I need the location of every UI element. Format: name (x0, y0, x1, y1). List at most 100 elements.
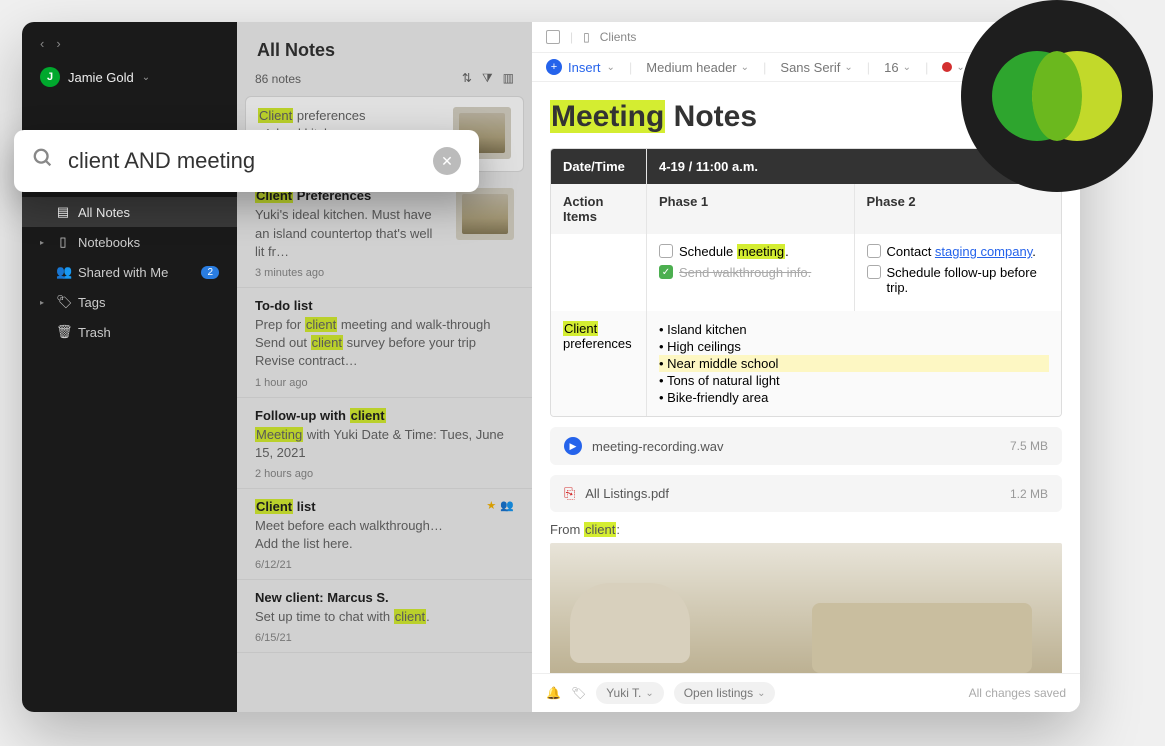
trash-icon: 🗑 (56, 324, 70, 340)
sidebar-item-label: Tags (78, 295, 105, 310)
list-item: Island kitchen (659, 321, 1049, 338)
tag-icon: 🏷 (56, 294, 70, 310)
nav-forward-icon[interactable]: › (56, 36, 60, 51)
notebook-icon: ▯ (583, 30, 590, 44)
table-cell (551, 234, 647, 311)
link[interactable]: staging company (935, 244, 1032, 259)
save-status: All changes saved (969, 686, 1066, 700)
attachment-row[interactable]: ⎘ All Listings.pdf 1.2 MB (550, 475, 1062, 512)
table-cell[interactable]: Contact staging company. Schedule follow… (855, 234, 1062, 311)
note-time: 1 hour ago (255, 377, 514, 389)
note-card[interactable]: New client: Marcus S. Set up time to cha… (237, 580, 532, 653)
note-title: New client: Marcus S. (255, 590, 514, 605)
table-cell: Clientpreferences (551, 311, 647, 416)
attachment-size: 7.5 MB (1010, 439, 1048, 453)
list-item: Tons of natural light (659, 372, 1049, 389)
venn-icon (992, 51, 1122, 141)
sort-icon[interactable]: ⇅ (462, 71, 472, 86)
table-cell[interactable]: Island kitchenHigh ceilingsNear middle s… (647, 311, 1061, 416)
sidebar-item-notebooks[interactable]: ▸▯Notebooks (22, 227, 237, 257)
table-cell[interactable]: Schedule meeting. ✓Send walkthrough info… (647, 234, 855, 311)
table-cell: Phase 2 (855, 184, 1062, 234)
sidebar-item-all-notes[interactable]: ▤ All Notes (22, 197, 237, 227)
left-sidebar: ‹ › J Jamie Gold ⌄ ▸★Shortcuts ▤All Note… (22, 22, 237, 712)
list-item: Near middle school (659, 355, 1049, 372)
note-table: Date/Time 4-19 / 11:00 a.m. Action Items… (550, 148, 1062, 417)
note-card[interactable]: Follow-up with client Meeting with Yuki … (237, 398, 532, 489)
note-snippet: Yuki's ideal kitchen. Must have an islan… (255, 206, 444, 261)
expand-icon[interactable] (546, 30, 560, 44)
font-size-select[interactable]: 16 ⌄ (884, 60, 911, 75)
notebook-icon: ▯ (56, 234, 70, 250)
sidebar-item-tags[interactable]: ▸🏷Tags (22, 287, 237, 317)
chevron-down-icon: ⌄ (142, 72, 150, 83)
tag-chip[interactable]: Open listings ⌄ (674, 682, 776, 704)
note-time: 6/15/21 (255, 632, 514, 644)
table-header-cell: Date/Time (551, 149, 647, 184)
search-input[interactable] (68, 148, 419, 174)
breadcrumb[interactable]: Clients (600, 30, 637, 44)
heading-select[interactable]: Medium header ⌄ (646, 60, 749, 75)
list-item: Bike-friendly area (659, 389, 1049, 406)
badge-count: 2 (201, 266, 219, 279)
table-cell: Phase 1 (647, 184, 855, 234)
filter-icon[interactable]: ⧩ (482, 71, 493, 86)
search-popover: ✕ (14, 130, 479, 192)
brand-badge (961, 0, 1153, 192)
shared-icon: 👥 (56, 264, 70, 280)
attachment-name: All Listings.pdf (585, 486, 669, 501)
note-title: Follow-up with client (255, 408, 514, 423)
note-image[interactable] (550, 543, 1062, 673)
from-label: From client: (550, 522, 1062, 537)
font-select[interactable]: Sans Serif ⌄ (780, 60, 852, 75)
note-time: 3 minutes ago (255, 267, 444, 279)
note-title: Client list (255, 499, 316, 514)
text-color-button[interactable]: ⌄ (942, 62, 964, 73)
attachment-name: meeting-recording.wav (592, 439, 724, 454)
reminder-icon[interactable]: 🔔 (546, 686, 561, 700)
account-switcher[interactable]: J Jamie Gold ⌄ (22, 61, 237, 99)
note-card[interactable]: Client Preferences Yuki's ideal kitchen.… (237, 178, 532, 288)
search-icon (32, 147, 54, 175)
attachment-row[interactable]: ▶ meeting-recording.wav 7.5 MB (550, 427, 1062, 465)
note-card[interactable]: Client list ★👥 Meet before each walkthro… (237, 489, 532, 580)
checkbox-checked[interactable]: ✓ (659, 265, 673, 279)
attachment-size: 1.2 MB (1010, 487, 1048, 501)
add-tag-icon[interactable]: 🏷 (571, 686, 586, 700)
sidebar-item-label: Shared with Me (78, 265, 168, 280)
nav-back-icon[interactable]: ‹ (40, 36, 44, 51)
clear-search-button[interactable]: ✕ (433, 147, 461, 175)
note-list-title: All Notes (257, 40, 512, 61)
note-snippet: Meet before each walkthrough… Add the li… (255, 517, 514, 553)
note-time: 2 hours ago (255, 468, 514, 480)
checkbox[interactable] (659, 244, 673, 258)
checkbox[interactable] (867, 244, 881, 258)
star-icon: ★ (486, 499, 496, 517)
insert-button[interactable]: +Insert ⌄ (546, 59, 615, 75)
avatar: J (40, 67, 60, 87)
checkbox[interactable] (867, 265, 881, 279)
pdf-icon: ⎘ (564, 485, 575, 502)
note-list-panel: All Notes 86 notes ⇅ ⧩ ▥ Client preferen… (237, 22, 532, 712)
sidebar-item-label: Trash (78, 325, 111, 340)
notes-icon: ▤ (56, 204, 70, 220)
note-card[interactable]: To-do list Prep for client meeting and w… (237, 288, 532, 398)
note-snippet: Prep for client meeting and walk-through… (255, 316, 514, 371)
note-snippet: Set up time to chat with client. (255, 608, 514, 626)
sidebar-item-label: All Notes (78, 205, 130, 220)
sidebar-item-label: Notebooks (78, 235, 140, 250)
note-time: 6/12/21 (255, 559, 514, 571)
view-icon[interactable]: ▥ (503, 71, 514, 86)
play-icon: ▶ (564, 437, 582, 455)
sidebar-item-shared[interactable]: 👥 Shared with Me 2 (22, 257, 237, 287)
note-title: To-do list (255, 298, 514, 313)
list-item: High ceilings (659, 338, 1049, 355)
table-cell: Action Items (551, 184, 647, 234)
note-snippet: Meeting with Yuki Date & Time: Tues, Jun… (255, 426, 514, 462)
note-thumbnail (456, 188, 514, 240)
plus-icon: + (546, 59, 562, 75)
shared-icon: 👥 (500, 499, 514, 517)
tag-chip[interactable]: Yuki T. ⌄ (596, 682, 664, 704)
sidebar-item-trash[interactable]: 🗑 Trash (22, 317, 237, 347)
note-count: 86 notes (255, 72, 301, 86)
